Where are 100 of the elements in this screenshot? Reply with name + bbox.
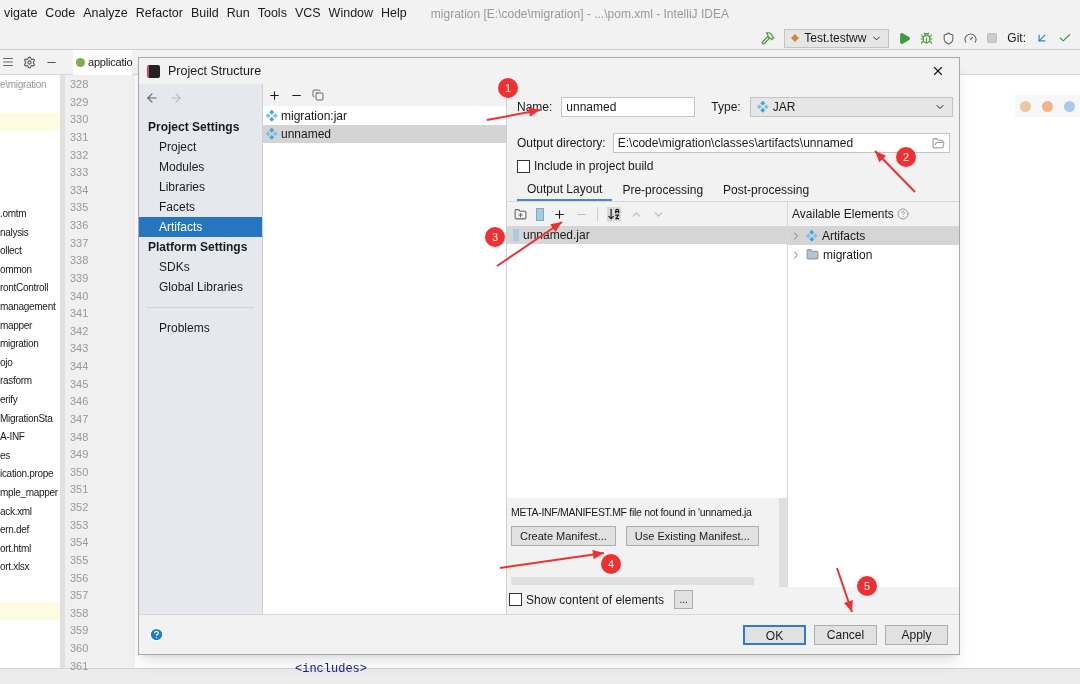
artifact-item[interactable]: migration:jar (263, 107, 506, 125)
output-directory-field[interactable]: E:\code\migration\classes\artifacts\unnamed (612, 133, 950, 153)
tree-item[interactable]: mapper (0, 316, 60, 336)
browser-icon[interactable] (1042, 100, 1053, 112)
tab[interactable]: Post-processing (713, 178, 820, 201)
tree-item[interactable]: .omtm (0, 205, 60, 224)
sidebar-item[interactable]: Artifacts (139, 217, 262, 237)
tree-item[interactable]: migration (0, 335, 60, 354)
line-number: 357 (69, 588, 90, 604)
tree-item[interactable]: es (0, 446, 60, 466)
debug-icon[interactable] (920, 31, 934, 45)
window-title: migration [E:\code\migration] - ...\pom.xml - IntelliJ IDEA (430, 5, 729, 23)
run-icon[interactable] (898, 31, 912, 45)
new-folder-icon[interactable] (514, 207, 527, 221)
git-label: Git: (1007, 30, 1026, 47)
highlight-row (0, 113, 60, 131)
app-icon (147, 64, 160, 78)
available-item[interactable]: migration (788, 245, 959, 264)
more-button[interactable]: ... (674, 590, 694, 609)
menu-item[interactable]: Help (377, 4, 411, 23)
line-number: 338 (69, 253, 90, 269)
artifact-icon (266, 110, 278, 122)
editor-tab[interactable]: applicatio (73, 49, 133, 75)
sidebar-item[interactable]: Global Libraries (139, 277, 262, 297)
menu-item[interactable]: Window (324, 4, 378, 23)
tree-item[interactable]: ort.html (0, 539, 60, 559)
menu-item[interactable]: Refactor (131, 4, 187, 23)
sidebar-item[interactable]: SDKs (139, 257, 262, 277)
tree-item[interactable]: ort.xlsx (0, 558, 60, 577)
tree-item[interactable]: mple_mapper (0, 483, 60, 503)
menu-item[interactable]: Run (222, 4, 254, 23)
line-number: 341 (69, 306, 90, 322)
dialog-button[interactable]: Apply (885, 624, 948, 645)
checkbox-label: Show content of elements (526, 591, 665, 609)
artifact-icon (806, 229, 818, 242)
sidebar-item[interactable]: Facets (139, 197, 262, 217)
config-icon (791, 34, 800, 42)
sidebar-item[interactable]: Libraries (139, 177, 262, 197)
close-icon[interactable] (931, 64, 945, 78)
sidebar-item[interactable]: Modules (139, 157, 262, 177)
module-folder-icon (806, 248, 819, 261)
run-config-dropdown[interactable]: Test.testww (784, 28, 890, 48)
menu-item[interactable]: Code (41, 4, 80, 23)
type-label: Type: (711, 99, 741, 116)
line-number: 361 (69, 658, 90, 674)
browser-icon[interactable] (1063, 100, 1075, 112)
profiler-icon[interactable] (964, 31, 978, 45)
line-number: 345 (69, 376, 90, 392)
dialog-button[interactable]: OK (743, 624, 806, 645)
line-number: 349 (69, 447, 90, 463)
tree-item[interactable]: ack.xml (0, 502, 60, 522)
manifest-button[interactable]: Create Manifest... (511, 525, 616, 546)
menu-item[interactable]: VCS (290, 4, 325, 23)
tree-item[interactable]: ollect (0, 242, 60, 261)
sidebar-item[interactable]: Project (139, 137, 262, 157)
tree-item[interactable]: rasform (0, 372, 60, 391)
help-icon[interactable] (896, 208, 909, 220)
menu-item[interactable]: Tools (253, 4, 291, 23)
sidebar-item[interactable]: Problems (139, 318, 262, 338)
tree-item[interactable]: nalysis (0, 223, 60, 243)
build-icon[interactable] (761, 31, 776, 45)
menu-item[interactable]: Analyze (79, 4, 132, 23)
add-icon[interactable] (268, 88, 281, 102)
dialog-button[interactable]: Cancel (814, 624, 877, 645)
archive-icon[interactable] (536, 207, 544, 221)
type-dropdown[interactable]: JAR (749, 97, 953, 117)
tab[interactable]: Output Layout (517, 178, 613, 201)
artifact-icon (266, 128, 278, 140)
tree-item[interactable]: ommon (0, 260, 60, 280)
tree-item[interactable]: ern.def (0, 521, 60, 540)
stop-icon[interactable] (986, 32, 999, 44)
tree-item[interactable]: ojo (0, 353, 60, 373)
tree-item[interactable]: erify (0, 390, 60, 410)
coverage-icon[interactable] (942, 31, 956, 45)
artifact-item[interactable]: unnamed (263, 125, 506, 143)
available-item[interactable]: Artifacts (788, 226, 959, 245)
line-number: 360 (69, 641, 90, 656)
line-number: 350 (69, 464, 90, 480)
copy-icon[interactable] (312, 89, 324, 101)
tree-item[interactable]: management (0, 297, 60, 317)
add-icon[interactable] (553, 207, 566, 221)
name-field[interactable]: unnamed (561, 97, 696, 117)
commit-icon[interactable] (1058, 31, 1072, 45)
tree-item[interactable]: A-INF (0, 428, 60, 447)
line-number: 348 (69, 429, 90, 445)
checkbox[interactable] (517, 159, 530, 173)
menu-item[interactable]: vigate (0, 4, 42, 23)
output-directory-label: Output directory: (517, 135, 606, 152)
manifest-button[interactable]: Use Existing Manifest... (625, 525, 759, 546)
settings-icon[interactable] (23, 55, 36, 69)
line-number: 334 (69, 182, 90, 198)
checkbox[interactable] (509, 593, 522, 606)
tree-item[interactable]: MigrationSta (0, 409, 60, 429)
back-icon[interactable] (145, 91, 159, 105)
tree-item[interactable]: ication.prope (0, 465, 60, 484)
folder-icon[interactable] (931, 136, 945, 150)
tab[interactable]: Pre-processing (612, 178, 714, 201)
line-number: 344 (69, 359, 90, 374)
menu-item[interactable]: Build (187, 4, 223, 23)
tree-item[interactable]: rontControll (0, 279, 60, 298)
